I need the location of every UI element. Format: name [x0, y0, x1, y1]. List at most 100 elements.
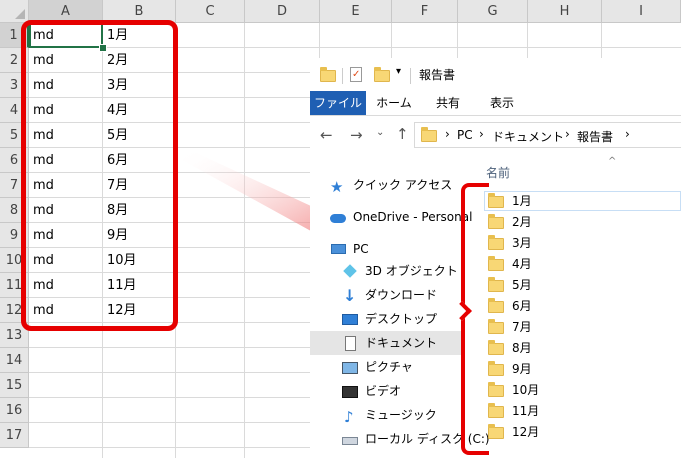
divider: [410, 68, 411, 84]
address-bar[interactable]: › PC › ドキュメント › 報告書 ›: [414, 122, 681, 148]
window-title: 報告書: [419, 68, 456, 82]
chevron-down-icon[interactable]: ▾: [396, 66, 401, 77]
folder-item[interactable]: 4月: [488, 254, 532, 275]
new-folder-icon[interactable]: [374, 67, 390, 82]
folder-item[interactable]: 5月: [488, 275, 532, 296]
ribbon-tabs: ファイル ホーム 共有 表示: [310, 91, 681, 116]
folder-item[interactable]: 8月: [488, 338, 532, 359]
folder-icon: [421, 127, 437, 142]
folder-icon: [488, 381, 504, 397]
disk-icon: [342, 433, 360, 447]
breadcrumb-separator: ›: [479, 127, 484, 141]
nav-item-label: ミュージック: [365, 408, 437, 422]
folder-item[interactable]: 2月: [488, 212, 532, 233]
music-icon: ♪: [344, 407, 354, 426]
file-list-pane: 名前 ^ 1月 2月 3月 4月 5月 6月 7月 8月 9月 10月 11月 12月: [470, 156, 681, 458]
nav-item-label: デスクトップ: [365, 312, 438, 326]
folder-icon: [488, 213, 504, 229]
star-icon: ★: [330, 177, 344, 196]
folder-name: 12月: [512, 425, 540, 439]
folder-icon: [488, 360, 504, 376]
nav-item-label: 3D オブジェクト: [365, 264, 458, 278]
nav-item-label: ドキュメント: [365, 336, 438, 350]
folder-icon: [488, 192, 504, 208]
nav-item-label: ビデオ: [365, 384, 402, 398]
nav-item-cloud[interactable]: OneDrive - Personal: [330, 206, 472, 228]
folder-name: 5月: [512, 278, 532, 292]
breadcrumb-separator: ›: [565, 127, 570, 141]
breadcrumb-report[interactable]: 報告書: [577, 128, 613, 145]
folder-icon: [488, 423, 504, 439]
folder-icon: [488, 297, 504, 313]
address-bar-row: ← → ⌄ ↑ › PC › ドキュメント › 報告書 ›: [310, 116, 681, 156]
folder-name: 4月: [512, 257, 532, 271]
tab-share[interactable]: 共有: [428, 91, 468, 115]
folder-name: 1月: [512, 194, 532, 208]
document-icon: [342, 335, 360, 351]
back-arrow-icon[interactable]: ←: [320, 126, 333, 144]
quick-access-toolbar: ✓ ▾ 報告書: [310, 58, 681, 90]
folder-name: 3月: [512, 236, 532, 250]
tab-home[interactable]: ホーム: [374, 91, 414, 115]
nav-item-music[interactable]: ♪ ミュージック: [342, 404, 437, 426]
picture-icon: [342, 361, 360, 375]
nav-item-desktop[interactable]: デスクトップ: [342, 308, 437, 330]
breadcrumb-documents[interactable]: ドキュメント: [492, 128, 564, 145]
nav-item-label: ダウンロード: [365, 288, 438, 302]
folder-name: 10月: [512, 383, 540, 397]
video-icon: [342, 385, 360, 399]
folder-item[interactable]: 10月: [488, 380, 539, 401]
breadcrumb-separator: ›: [625, 127, 630, 141]
navigation-pane: ★ クイック アクセス OneDrive - Personal PC 3D オブジェクト…: [310, 158, 490, 458]
nav-item-picture[interactable]: ピクチャ: [342, 356, 413, 378]
nav-item-document[interactable]: ドキュメント: [342, 332, 437, 354]
folder-icon: [488, 339, 504, 355]
pc-icon: [330, 243, 348, 257]
folder-item[interactable]: 9月: [488, 359, 532, 380]
folder-item[interactable]: 3月: [488, 233, 532, 254]
folder-item[interactable]: 7月: [488, 317, 532, 338]
properties-icon[interactable]: ✓: [350, 67, 362, 82]
nav-item-download[interactable]: ↓ ダウンロード: [342, 284, 437, 306]
up-arrow-icon[interactable]: ↑: [396, 125, 409, 143]
folder-name: 6月: [512, 299, 532, 313]
folder-name: 7月: [512, 320, 532, 334]
folder-name: 8月: [512, 341, 532, 355]
highlight-bracket-explorer: [461, 183, 489, 455]
column-header-name[interactable]: 名前: [486, 164, 510, 181]
forward-arrow-icon[interactable]: →: [350, 126, 363, 144]
folder-item[interactable]: 6月: [488, 296, 532, 317]
folder-item[interactable]: 12月: [488, 422, 539, 443]
nav-item-label: クイック アクセス: [353, 178, 453, 192]
sort-up-icon: ^: [608, 156, 617, 167]
folder-item[interactable]: 1月: [488, 191, 532, 212]
folder-icon: [488, 255, 504, 271]
tab-view[interactable]: 表示: [482, 91, 522, 115]
divider: [342, 68, 343, 84]
breadcrumb-pc[interactable]: PC: [457, 128, 473, 142]
nav-item-pc[interactable]: PC: [330, 238, 369, 260]
recent-dropdown-icon[interactable]: ⌄: [376, 127, 384, 138]
nav-item-cube[interactable]: 3D オブジェクト: [342, 260, 458, 282]
file-explorer-window: ✓ ▾ 報告書 ファイル ホーム 共有 表示 ← → ⌄ ↑ › PC › ドキ…: [310, 58, 681, 458]
cloud-icon: [330, 211, 348, 225]
download-icon: ↓: [343, 285, 357, 305]
folder-icon: [488, 402, 504, 418]
folder-icon: [488, 318, 504, 334]
tab-file[interactable]: ファイル: [310, 91, 366, 115]
nav-item-label: OneDrive - Personal: [353, 210, 473, 224]
folder-name: 9月: [512, 362, 532, 376]
folder-icon: [488, 234, 504, 250]
folder-icon: [488, 276, 504, 292]
nav-item-star[interactable]: ★ クイック アクセス: [330, 174, 452, 196]
nav-item-label: ピクチャ: [365, 360, 413, 374]
folder-name: 11月: [512, 404, 540, 418]
folder-icon: [320, 67, 336, 82]
folder-item[interactable]: 11月: [488, 401, 539, 422]
folder-name: 2月: [512, 215, 532, 229]
nav-item-video[interactable]: ビデオ: [342, 380, 401, 402]
nav-item-label: PC: [353, 242, 369, 256]
desktop-icon: [342, 313, 360, 327]
breadcrumb-separator: ›: [445, 127, 450, 141]
cube-icon: [342, 263, 360, 279]
